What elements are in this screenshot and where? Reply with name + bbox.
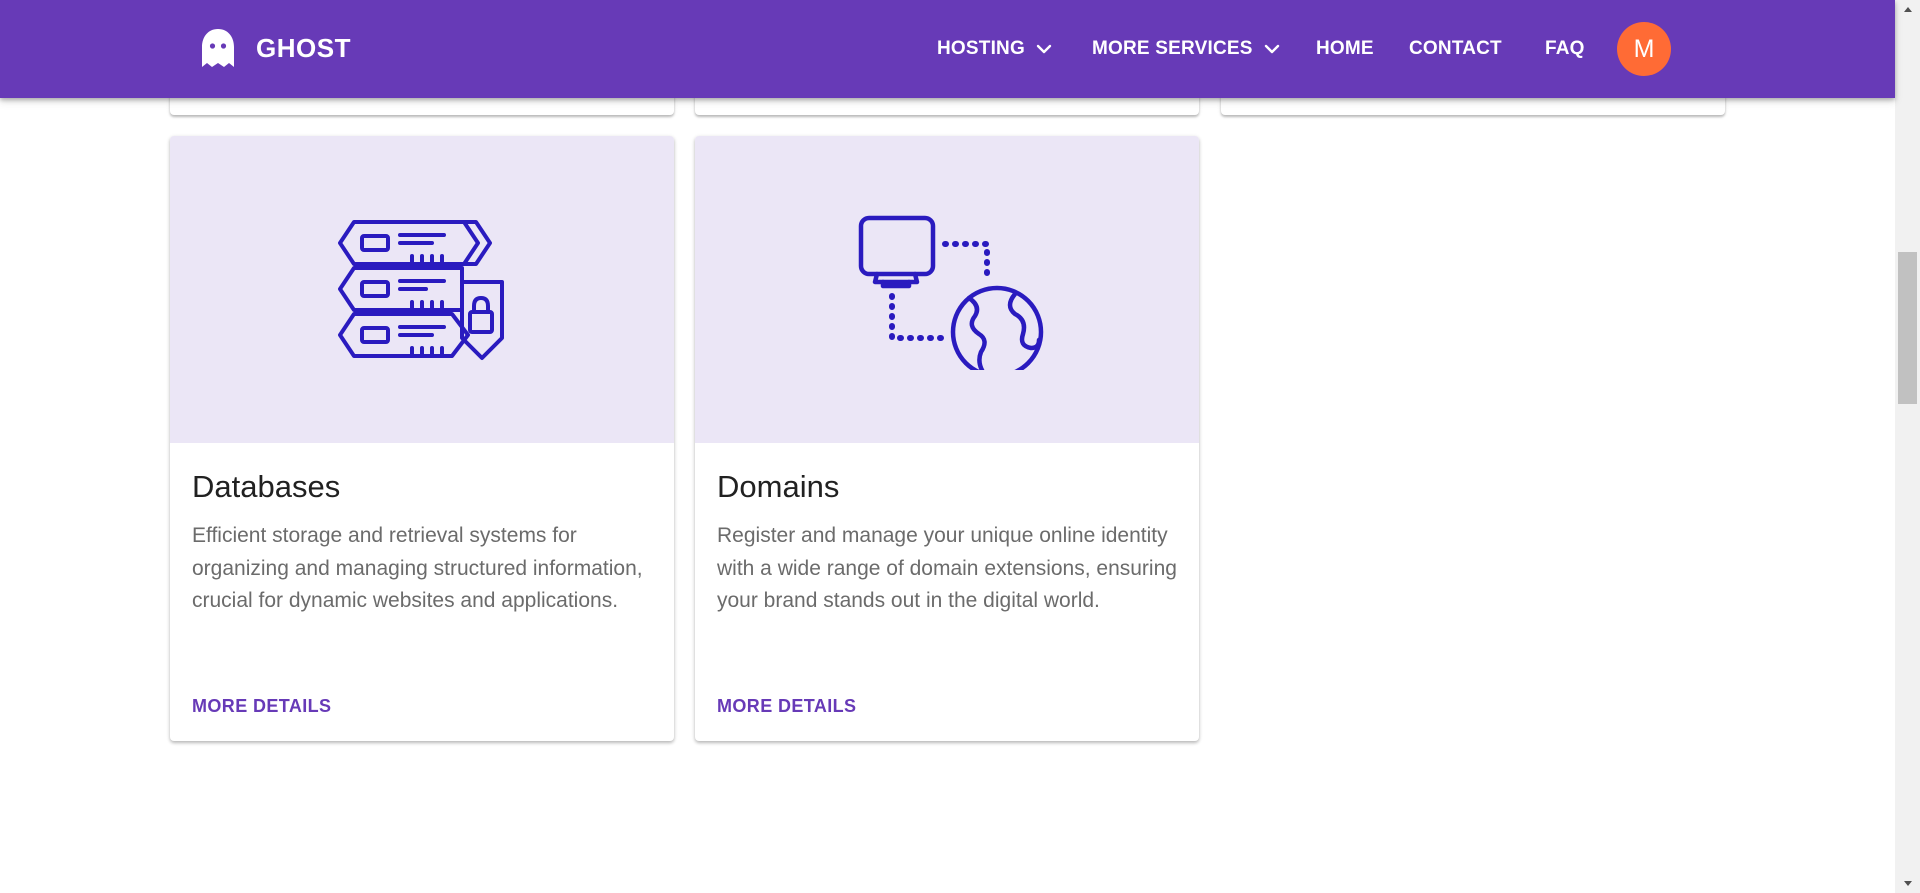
avatar[interactable]: M	[1617, 22, 1671, 76]
nav-contact-label: CONTACT	[1409, 38, 1502, 59]
nav-home[interactable]: HOME	[1316, 38, 1374, 60]
more-details-button[interactable]: MORE DETAILS	[192, 696, 331, 717]
nav-hosting[interactable]: HOSTING	[937, 38, 1053, 60]
chevron-down-icon	[1264, 44, 1279, 54]
scroll-down-arrow-icon[interactable]	[1895, 875, 1920, 893]
card-media	[170, 136, 674, 443]
more-details-button[interactable]: MORE DETAILS	[717, 696, 856, 717]
card-media	[695, 136, 1199, 443]
card-description: Register and manage your unique online i…	[717, 524, 1177, 612]
card-title: Domains	[717, 469, 840, 504]
nav-home-label: HOME	[1316, 38, 1374, 59]
brand[interactable]: GHOST	[200, 26, 351, 70]
nav-faq-label: FAQ	[1545, 38, 1585, 59]
brand-name: GHOST	[256, 32, 351, 63]
vertical-scrollbar[interactable]	[1895, 0, 1920, 893]
app-bar: GHOST HOSTING MORE SERVICES HOME CONTACT…	[0, 0, 1895, 98]
computer-globe-icon	[858, 215, 1044, 370]
nav-hosting-label: HOSTING	[937, 38, 1025, 59]
card-description: Efficient storage and retrieval systems …	[192, 524, 643, 612]
service-card-domains: Domains Register and manage your unique …	[695, 136, 1199, 741]
service-card-databases: Databases Efficient storage and retrieva…	[170, 136, 674, 741]
card-title: Databases	[192, 469, 341, 504]
ghost-icon	[202, 29, 234, 67]
chevron-down-icon	[1036, 44, 1052, 54]
nav-faq[interactable]: FAQ	[1545, 38, 1585, 60]
nav-more-services-label: MORE SERVICES	[1092, 38, 1253, 59]
scroll-thumb[interactable]	[1898, 252, 1917, 404]
nav-contact[interactable]: CONTACT	[1409, 38, 1502, 60]
database-server-lock-icon	[338, 219, 504, 360]
nav-more-services[interactable]: MORE SERVICES	[1092, 38, 1281, 60]
scroll-up-arrow-icon[interactable]	[1895, 0, 1920, 18]
